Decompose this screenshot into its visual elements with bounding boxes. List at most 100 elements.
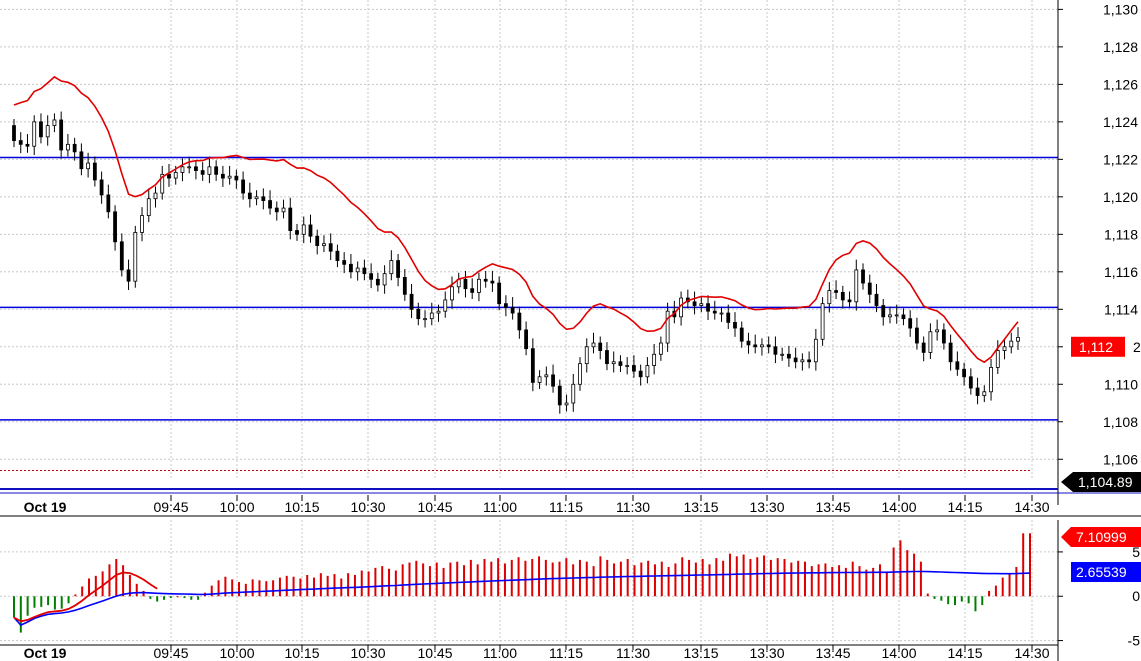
price-y-tick-label: 1,128 — [1103, 39, 1138, 55]
candle-bearish — [510, 307, 515, 314]
candle-bearish — [962, 368, 966, 378]
candle-bullish — [389, 260, 394, 275]
candle-bullish — [173, 172, 178, 179]
histogram-bar-positive — [681, 557, 684, 597]
histogram-bar-positive — [735, 556, 738, 597]
candle-bearish — [12, 125, 16, 141]
histogram-bar-negative — [53, 596, 56, 610]
candle-bullish — [227, 175, 232, 179]
histogram-bar-positive — [803, 561, 806, 597]
candle-bearish — [941, 329, 946, 344]
candle-bearish — [328, 243, 333, 252]
indicator-histogram — [13, 533, 1031, 633]
candle-bearish — [739, 327, 744, 342]
histogram-bar-positive — [858, 566, 861, 597]
histogram-bar-negative — [974, 596, 977, 612]
histogram-bar-positive — [238, 582, 241, 597]
candle-bullish — [281, 207, 286, 213]
candle-bearish — [315, 235, 320, 246]
candle-bearish — [288, 207, 293, 231]
time-tick-label: 13:30 — [749, 645, 784, 661]
candle-bearish — [793, 357, 798, 363]
candle-bearish — [18, 140, 23, 145]
candle-bullish — [611, 361, 616, 365]
histogram-bar-positive — [613, 563, 616, 597]
histogram-bar-positive — [831, 566, 834, 597]
histogram-bar-positive — [988, 590, 991, 597]
histogram-bar-positive — [367, 571, 370, 597]
histogram-bar-positive — [326, 575, 329, 597]
histogram-bar-positive — [688, 559, 691, 597]
candle-bearish — [692, 301, 697, 306]
time-tick-label: 13:30 — [749, 499, 784, 515]
histogram-bar-positive — [272, 580, 275, 597]
price-y-tick-label: 1,126 — [1103, 76, 1138, 92]
histogram-bar-positive — [142, 590, 145, 597]
candle-bearish — [247, 192, 252, 200]
histogram-bar-positive — [619, 561, 622, 597]
candle-bullish — [66, 143, 70, 151]
candle-bullish — [665, 310, 670, 344]
candle-bearish — [497, 282, 502, 305]
price-y-axis: 1,106 1,108 1,110 1,114 1,116 1,118 1,120 1,122… — [1057, 0, 1138, 505]
price-y-tick-label: 1,124 — [1103, 114, 1138, 130]
time-tick-label: 10:15 — [284, 645, 319, 661]
candle-bearish — [402, 277, 407, 295]
histogram-bar-positive — [176, 596, 179, 598]
current-value-label: 1,104.89 — [1078, 474, 1133, 490]
histogram-bar-positive — [285, 575, 288, 597]
histogram-bar-positive — [510, 559, 513, 597]
histogram-bar-positive — [626, 559, 629, 597]
histogram-bar-positive — [667, 566, 670, 597]
histogram-bar-positive — [756, 557, 759, 597]
time-tick-label: 11:15 — [549, 499, 583, 515]
candle-bearish — [194, 166, 198, 171]
candle-bullish — [86, 162, 91, 170]
candle-bearish — [753, 344, 758, 348]
candle-bullish — [827, 290, 832, 305]
histogram-bar-negative — [940, 596, 943, 601]
time-tick-label: 11:00 — [483, 645, 517, 661]
candle-bullish — [477, 278, 481, 293]
histogram-bar-positive — [469, 559, 472, 597]
histogram-bar-negative — [933, 596, 936, 599]
time-tick-label: 10:15 — [284, 499, 319, 515]
price-overlay-line — [13, 75, 1019, 364]
histogram-bar-positive — [490, 561, 493, 597]
histogram-bar-positive — [435, 562, 438, 597]
histogram-bar-positive — [701, 559, 704, 597]
candle-bearish — [706, 303, 710, 312]
candle-bullish — [423, 318, 427, 321]
candle-bearish — [396, 260, 400, 278]
candle-bearish — [557, 385, 562, 406]
histogram-bar-positive — [538, 556, 541, 597]
histogram-bar-positive — [388, 568, 391, 597]
time-tick-label: 11:00 — [483, 499, 517, 515]
histogram-bar-positive — [449, 562, 452, 597]
candle-bullish — [813, 338, 818, 363]
histogram-bar-negative — [947, 596, 950, 605]
histogram-bar-positive — [374, 567, 377, 597]
histogram-bar-positive — [483, 559, 486, 597]
histogram-bar-negative — [190, 596, 193, 600]
histogram-bar-positive — [524, 560, 527, 597]
candle-bearish — [867, 282, 872, 295]
histogram-bar-positive — [81, 586, 84, 597]
candle-bullish — [982, 391, 987, 396]
candle-bullish — [989, 367, 993, 393]
candle-bullish — [854, 269, 859, 303]
histogram-bar-positive — [1029, 533, 1031, 597]
candle-bullish — [133, 232, 138, 282]
candle-bearish — [274, 207, 279, 213]
candle-bearish — [375, 278, 380, 286]
histogram-bar-positive — [381, 566, 384, 597]
histogram-bar-positive — [415, 560, 418, 597]
histogram-bar-positive — [763, 555, 766, 597]
candle-bearish — [968, 376, 973, 389]
last-price-label: 1,112 — [1079, 339, 1113, 355]
histogram-bar-positive — [810, 566, 813, 597]
candle-bearish — [362, 267, 367, 275]
histogram-bar-positive — [258, 580, 261, 597]
time-tick-label: 13:45 — [815, 645, 850, 661]
histogram-bar-negative — [26, 596, 29, 616]
